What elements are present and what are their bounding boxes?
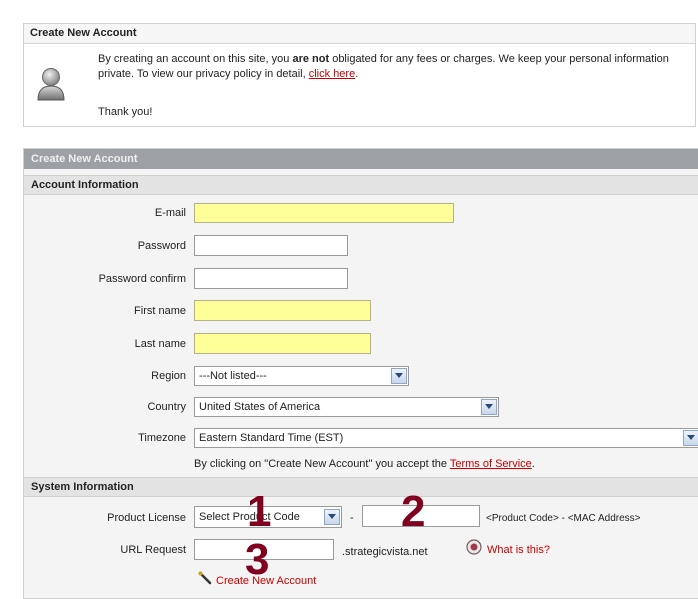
wand-icon (198, 571, 212, 588)
region-value: ---Not listed--- (199, 370, 267, 382)
last-name-field[interactable] (194, 333, 371, 354)
last-name-label: Last name (134, 338, 186, 350)
license-dash: - (350, 512, 354, 524)
what-is-this-link[interactable]: What is this? (487, 542, 550, 558)
system-information-header: System Information (24, 477, 698, 497)
chevron-down-icon[interactable] (391, 368, 407, 384)
email-field[interactable] (194, 203, 454, 223)
timezone-value: Eastern Standard Time (EST) (199, 432, 344, 444)
chevron-down-icon[interactable] (324, 509, 340, 525)
timezone-label: Timezone (138, 432, 186, 444)
account-information-header: Account Information (24, 175, 698, 195)
first-name-label: First name (134, 305, 186, 317)
license-format-hint: <Product Code> - <MAC Address> (486, 513, 641, 524)
password-confirm-label: Password confirm (98, 273, 186, 285)
create-account-form: Create New Account Account Information E… (23, 148, 698, 599)
password-field[interactable] (194, 235, 348, 256)
country-label: Country (147, 401, 186, 413)
url-suffix: .strategicvista.net (342, 546, 428, 558)
chevron-down-icon[interactable] (683, 430, 698, 446)
privacy-policy-link[interactable]: click here (309, 68, 355, 80)
region-select[interactable]: ---Not listed--- (194, 366, 409, 386)
terms-of-service-link[interactable]: Terms of Service (450, 458, 532, 470)
region-label: Region (151, 370, 186, 382)
callout-number-2: 2 (401, 487, 426, 536)
callout-number-1: 1 (247, 487, 272, 536)
user-icon (35, 66, 67, 102)
notice-thanks: Thank you! (98, 106, 153, 118)
chevron-down-icon[interactable] (481, 399, 497, 415)
notice-message: By creating an account on this site, you… (98, 53, 669, 80)
help-icon[interactable] (466, 539, 482, 555)
create-account-button[interactable]: Create New Account (198, 571, 348, 589)
notice-title: Create New Account (24, 24, 695, 44)
country-value: United States of America (199, 401, 321, 413)
terms-notice: By clicking on "Create New Account" you … (194, 458, 535, 470)
timezone-select[interactable]: Eastern Standard Time (EST) (194, 428, 698, 448)
email-label: E-mail (154, 207, 186, 219)
password-label: Password (137, 240, 186, 252)
form-title: Create New Account (24, 149, 698, 169)
country-select[interactable]: United States of America (194, 397, 499, 417)
product-license-label: Product License (107, 512, 186, 524)
first-name-field[interactable] (194, 300, 371, 321)
callout-number-3: 3 (245, 535, 270, 584)
password-confirm-field[interactable] (194, 268, 348, 289)
account-notice-panel: Create New Account By creating an accoun… (23, 23, 696, 127)
url-request-label: URL Request (120, 544, 186, 556)
